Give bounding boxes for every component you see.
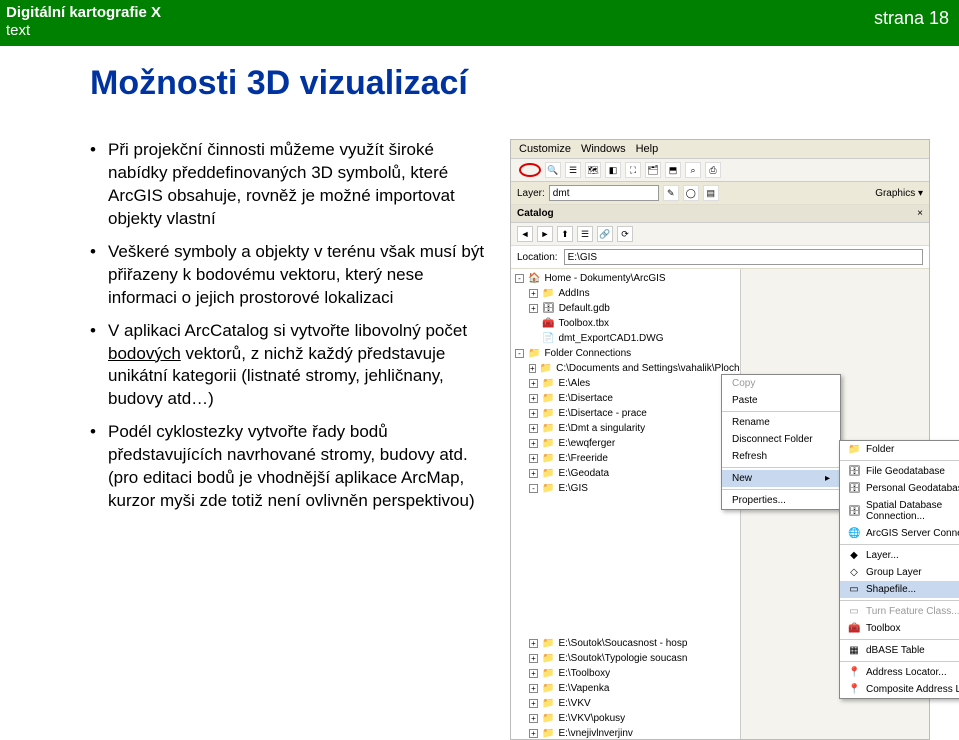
tree-item[interactable]: +📁E:\Dmt a singularity <box>515 421 736 436</box>
layer-tool-icon[interactable]: ◯ <box>683 185 699 201</box>
ctx-properties[interactable]: Properties... <box>722 492 840 509</box>
menubar: Customize Windows Help <box>511 140 929 159</box>
submenu-item[interactable]: 📁Folder <box>840 441 959 458</box>
slide-header: Digitální kartografie X text strana 18 <box>0 0 959 46</box>
tree-item[interactable]: +📁E:\Soutok\Soucasnost - hosp <box>515 636 736 651</box>
menu-windows[interactable]: Windows <box>581 143 626 155</box>
graphics-label[interactable]: Graphics ▾ <box>875 188 923 199</box>
tree-item[interactable]: +📁C:\Documents and Settings\vahalik\Ploc… <box>515 361 736 376</box>
submenu-item[interactable]: ◆Layer... <box>840 547 959 564</box>
layer-label: Layer: <box>517 188 545 199</box>
location-input[interactable] <box>564 249 923 265</box>
catalog-title-bar: Catalog × <box>511 205 929 223</box>
tree-item[interactable]: +📁E:\vnejivlnverjinv <box>515 726 736 739</box>
toolbar-icon[interactable]: 🗺 <box>585 162 601 178</box>
tree-item[interactable]: +📁E:\ewqferger <box>515 436 736 451</box>
catalog-window-highlight <box>519 163 541 177</box>
course-subtitle: text <box>6 22 161 40</box>
toggle-icon[interactable]: ☰ <box>577 226 593 242</box>
tree-item[interactable]: -📁Folder Connections <box>515 346 736 361</box>
tree-item[interactable]: -🏠Home - Dokumenty\ArcGIS <box>515 271 736 286</box>
page-number: strana 18 <box>874 4 949 29</box>
ctx-new[interactable]: New▸ <box>722 470 840 487</box>
bullet-item: Veškeré symboly a objekty v terénu však … <box>90 241 490 310</box>
submenu-item[interactable]: ▦dBASE Table <box>840 642 959 659</box>
menu-customize[interactable]: Customize <box>519 143 571 155</box>
ctx-paste[interactable]: Paste <box>722 392 840 409</box>
tree-item[interactable]: -📁E:\GIS <box>515 481 736 496</box>
nav-fwd-icon[interactable]: ► <box>537 226 553 242</box>
toolbar-icon[interactable]: ⛶ <box>625 162 641 178</box>
new-submenu[interactable]: 📁Folder 🗄File Geodatabase🗄Personal Geodat… <box>839 440 959 699</box>
submenu-item[interactable]: 🗄File Geodatabase <box>840 463 959 480</box>
toolbar-icon[interactable]: ⌕ <box>685 162 701 178</box>
layer-tool-icon[interactable]: ✎ <box>663 185 679 201</box>
location-row: Location: <box>511 246 929 269</box>
ctx-sep <box>722 489 840 490</box>
toolbar-icon[interactable]: ◧ <box>605 162 621 178</box>
catalog-tree[interactable]: -🏠Home - Dokumenty\ArcGIS+📁AddIns+🗄Defau… <box>511 269 741 739</box>
tree-item[interactable]: +📁E:\Geodata <box>515 466 736 481</box>
toolbar-icon[interactable]: 🔍 <box>545 162 561 178</box>
course-title: Digitální kartografie X <box>6 4 161 22</box>
submenu-item[interactable]: 🧰Toolbox <box>840 620 959 637</box>
toolbar-icon[interactable]: ☰ <box>565 162 581 178</box>
context-menu[interactable]: Copy Paste Rename Disconnect Folder Refr… <box>721 374 841 510</box>
catalog-title: Catalog <box>517 208 554 219</box>
tree-item[interactable]: +📁E:\Disertace - prace <box>515 406 736 421</box>
toolbar-icon[interactable]: 🗂 <box>645 162 661 178</box>
submenu-item[interactable]: 📍Composite Address Locator... <box>840 681 959 698</box>
submenu-item[interactable]: 📍Address Locator... <box>840 664 959 681</box>
tree-item[interactable]: +📁E:\VKV\pokusy <box>515 711 736 726</box>
submenu-item[interactable]: 🗄Spatial Database Connection... <box>840 497 959 525</box>
ctx-disconnect[interactable]: Disconnect Folder <box>722 431 840 448</box>
tree-item[interactable]: +🗄Default.gdb <box>515 301 736 316</box>
bullet-item: V aplikaci ArcCatalog si vytvořte libovo… <box>90 320 490 412</box>
bullet-item: Při projekční činnosti můžeme využít šir… <box>90 139 490 231</box>
slide-title: Možnosti 3D vizualizací <box>90 64 959 103</box>
tree-item[interactable]: +📁E:\Ales <box>515 376 736 391</box>
tree-item[interactable]: 📄dmt_ExportCAD1.DWG <box>515 331 736 346</box>
tree-item[interactable]: +📁E:\Toolboxy <box>515 666 736 681</box>
refresh-icon[interactable]: ⟳ <box>617 226 633 242</box>
ctx-copy: Copy <box>722 375 840 392</box>
nav-back-icon[interactable]: ◄ <box>517 226 533 242</box>
submenu-item[interactable]: 🗄Personal Geodatabase <box>840 480 959 497</box>
tree-item[interactable]: +📁E:\Vapenka <box>515 681 736 696</box>
header-left: Digitální kartografie X text <box>6 4 161 40</box>
tree-item[interactable]: 🧰Toolbox.tbx <box>515 316 736 331</box>
toolbar-icon[interactable]: ⎙ <box>705 162 721 178</box>
ctx-refresh[interactable]: Refresh <box>722 448 840 465</box>
up-folder-icon[interactable]: ⬆ <box>557 226 573 242</box>
tree-item[interactable]: +📁E:\Soutok\Typologie soucasn <box>515 651 736 666</box>
layer-tool-icon[interactable]: ▤ <box>703 185 719 201</box>
tree-item[interactable]: +📁E:\Disertace <box>515 391 736 406</box>
top-toolbar: 🔍 ☰ 🗺 ◧ ⛶ 🗂 ⬒ ⌕ ⎙ <box>511 159 929 182</box>
submenu-item[interactable]: 🌐ArcGIS Server Connection... <box>840 525 959 542</box>
bullet-item: Podél cyklostezky vytvořte řady bodů pře… <box>90 421 490 513</box>
tree-item[interactable]: +📁AddIns <box>515 286 736 301</box>
tree-item[interactable]: +📁E:\Freeride <box>515 451 736 466</box>
ctx-sep <box>722 411 840 412</box>
submenu-item: ▭Turn Feature Class... <box>840 603 959 620</box>
tree-item[interactable]: +📁E:\VKV <box>515 696 736 711</box>
layer-row: Layer: ✎ ◯ ▤ Graphics ▾ <box>511 182 929 205</box>
toolbar-icon[interactable]: ⬒ <box>665 162 681 178</box>
submenu-item[interactable]: ▭Shapefile... <box>840 581 959 598</box>
connect-icon[interactable]: 🔗 <box>597 226 613 242</box>
ctx-sep <box>722 467 840 468</box>
bullet-list: Při projekční činnosti můžeme využít šir… <box>90 139 490 740</box>
menu-help[interactable]: Help <box>636 143 659 155</box>
close-icon[interactable]: × <box>917 208 923 219</box>
layer-select[interactable] <box>549 185 659 201</box>
submenu-item[interactable]: ◇Group Layer <box>840 564 959 581</box>
catalog-toolbar: ◄ ► ⬆ ☰ 🔗 ⟳ <box>511 223 929 246</box>
location-label: Location: <box>517 252 558 263</box>
ctx-rename[interactable]: Rename <box>722 414 840 431</box>
arcgis-screenshot: Customize Windows Help 🔍 ☰ 🗺 ◧ ⛶ 🗂 ⬒ ⌕ ⎙… <box>510 139 930 740</box>
